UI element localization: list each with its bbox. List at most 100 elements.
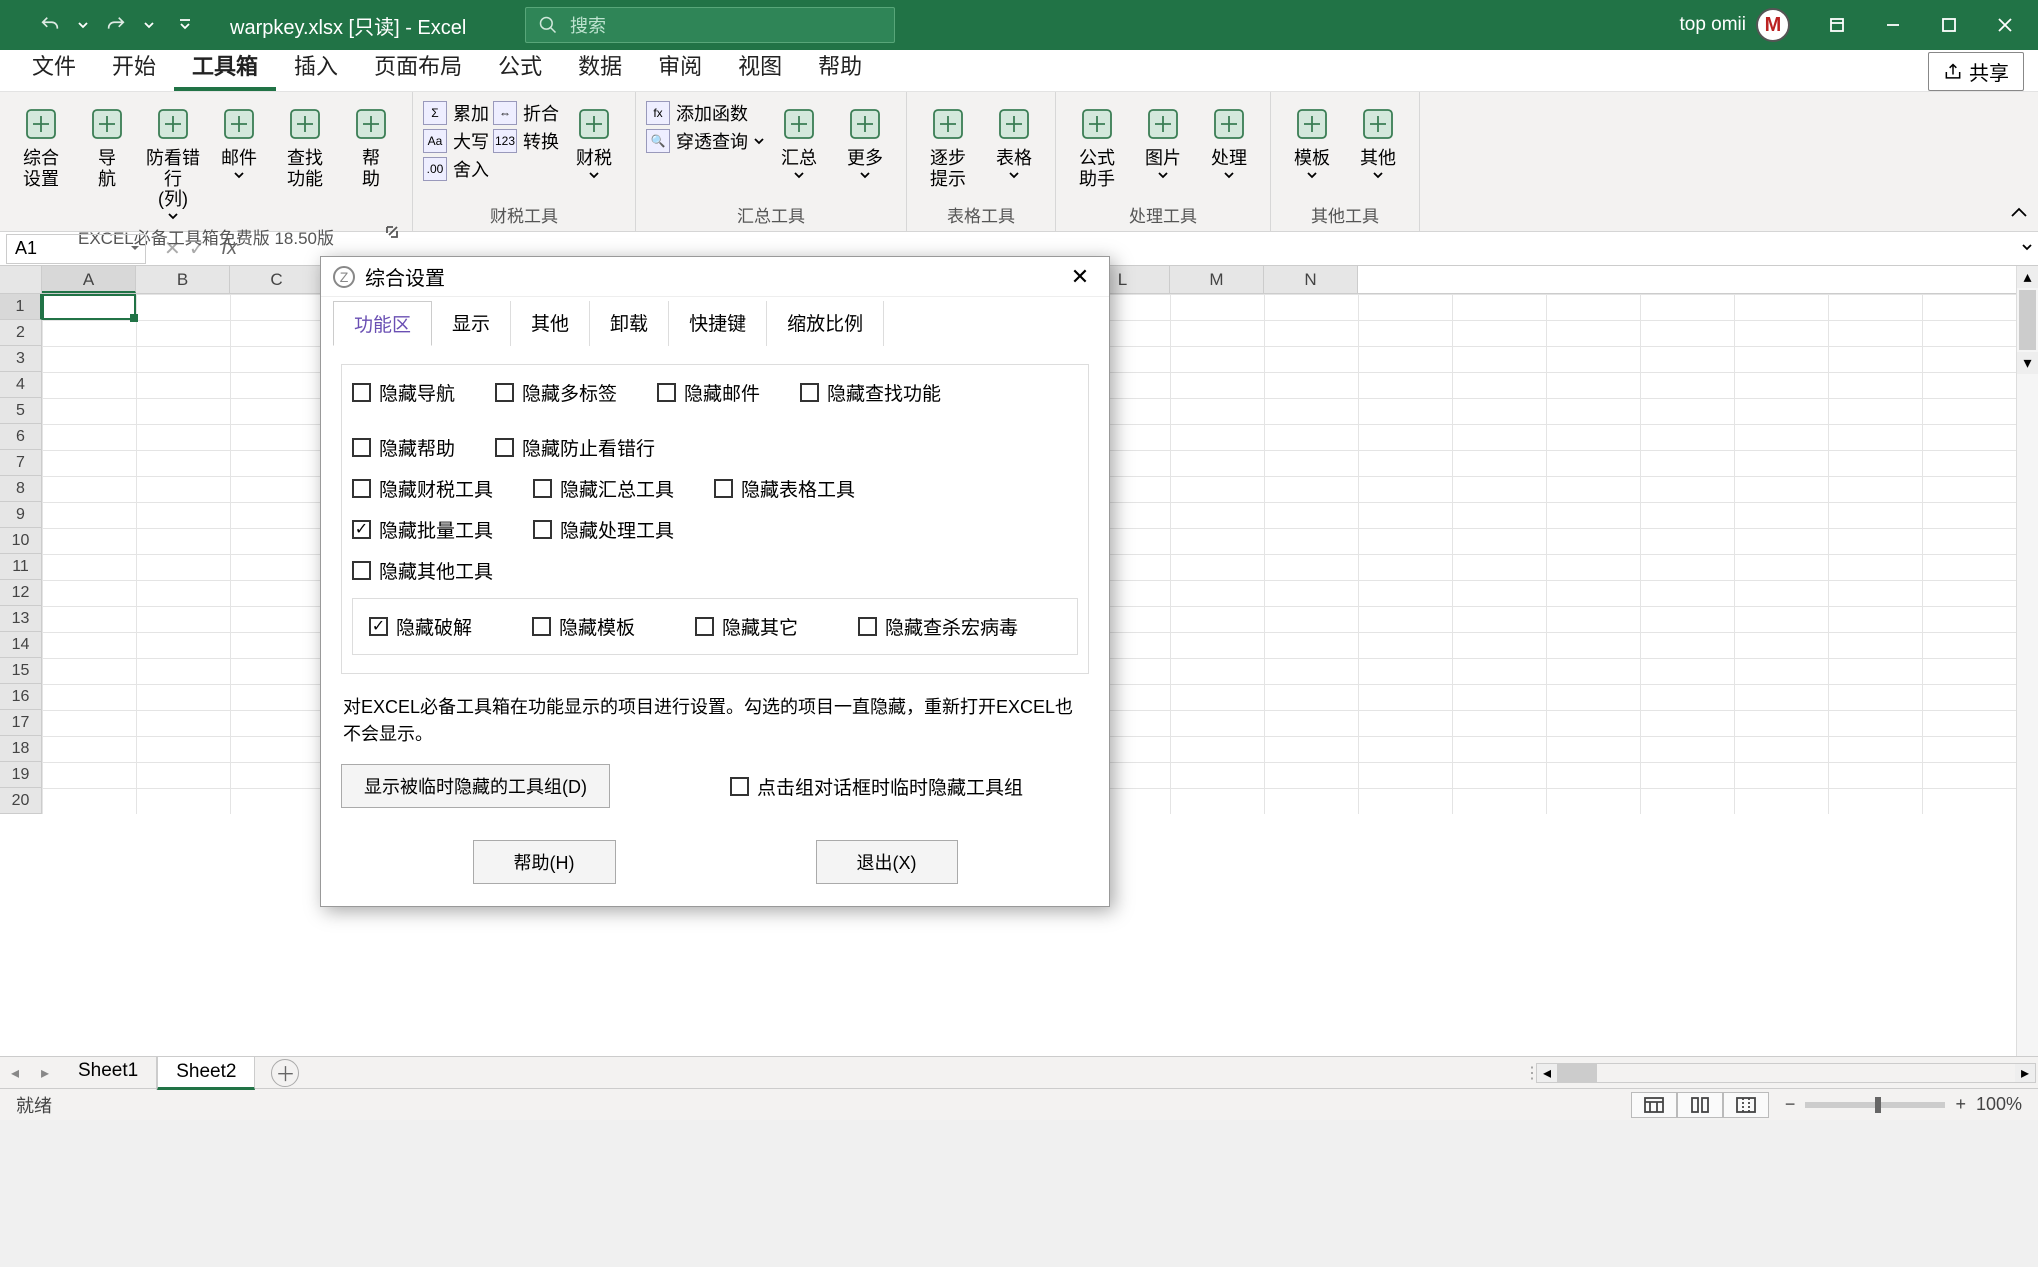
zoom-slider[interactable]	[1805, 1102, 1945, 1108]
dialog-tab-缩放比例[interactable]: 缩放比例	[767, 301, 884, 346]
ribbon-step[interactable]: 逐步提示	[917, 98, 979, 189]
tab-split-handle[interactable]: ⋮	[1524, 1063, 1534, 1083]
row-header-17[interactable]: 17	[0, 710, 42, 736]
dialog-exit-button[interactable]: 退出(X)	[816, 840, 958, 884]
undo-dropdown[interactable]	[74, 20, 92, 30]
sheet-nav-next[interactable]: ▸	[30, 1063, 60, 1083]
row-headers[interactable]: 1234567891011121314151617181920	[0, 294, 42, 814]
dialog-tab-显示[interactable]: 显示	[432, 301, 511, 346]
ribbon-small-大写[interactable]: Aa大写	[423, 128, 489, 154]
ribbon-table[interactable]: 表格	[983, 98, 1045, 181]
col-header-M[interactable]: M	[1170, 266, 1264, 293]
redo-button[interactable]	[96, 7, 136, 43]
checkbox-隐藏防止看错行[interactable]: 隐藏防止看错行	[495, 434, 655, 461]
dialog-tab-功能区[interactable]: 功能区	[333, 301, 432, 346]
ribbon-anti-error[interactable]: 防看错行(列)	[142, 98, 204, 222]
dialog-help-button[interactable]: 帮助(H)	[473, 840, 616, 884]
dialog-tab-快捷键[interactable]: 快捷键	[669, 301, 767, 346]
col-header-N[interactable]: N	[1264, 266, 1358, 293]
row-header-2[interactable]: 2	[0, 320, 42, 346]
expand-formula-bar[interactable]	[2016, 240, 2038, 258]
ribbon-help[interactable]: 帮助	[340, 98, 402, 189]
zoom-out-button[interactable]: −	[1785, 1094, 1796, 1115]
row-header-14[interactable]: 14	[0, 632, 42, 658]
dialog-tab-卸载[interactable]: 卸载	[590, 301, 669, 346]
ribbon-small-舍入[interactable]: .00舍入	[423, 156, 489, 182]
ribbon-process[interactable]: 处理	[1198, 98, 1260, 181]
add-sheet-button[interactable]: ＋	[271, 1059, 299, 1087]
share-button[interactable]: 共享	[1928, 52, 2024, 91]
avatar[interactable]: M	[1756, 8, 1790, 42]
checkbox-隐藏查找功能[interactable]: 隐藏查找功能	[800, 379, 941, 406]
view-pagelayout-button[interactable]	[1677, 1092, 1723, 1118]
qat-customize[interactable]	[176, 19, 194, 31]
row-header-7[interactable]: 7	[0, 450, 42, 476]
ribbon-small-转换[interactable]: 123转换	[493, 128, 559, 154]
row-header-16[interactable]: 16	[0, 684, 42, 710]
col-header-C[interactable]: C	[230, 266, 324, 293]
checkbox-隐藏其它[interactable]: 隐藏其它	[695, 613, 798, 640]
ribbon-find[interactable]: 查找功能	[274, 98, 336, 189]
sheet-tab-Sheet1[interactable]: Sheet1	[60, 1056, 157, 1090]
checkbox-隐藏其他工具[interactable]: 隐藏其他工具	[352, 557, 493, 584]
row-header-8[interactable]: 8	[0, 476, 42, 502]
show-hidden-groups-button[interactable]: 显示被临时隐藏的工具组(D)	[341, 764, 610, 808]
row-header-1[interactable]: 1	[0, 294, 42, 320]
ribbon-fx-helper[interactable]: 公式助手	[1066, 98, 1128, 189]
ribbon-zh-settings[interactable]: 综合设置	[10, 98, 72, 189]
row-header-12[interactable]: 12	[0, 580, 42, 606]
row-header-20[interactable]: 20	[0, 788, 42, 814]
redo-dropdown[interactable]	[140, 20, 158, 30]
dialog-tab-其他[interactable]: 其他	[511, 301, 590, 346]
view-pagebreak-button[interactable]	[1723, 1092, 1769, 1118]
temp-hide-checkbox[interactable]: 点击组对话框时临时隐藏工具组	[730, 773, 1023, 800]
checkbox-隐藏批量工具[interactable]: 隐藏批量工具	[352, 516, 493, 543]
ribbon-summary[interactable]: 汇总	[768, 98, 830, 181]
zoom-in-button[interactable]: +	[1955, 1094, 1966, 1115]
row-header-18[interactable]: 18	[0, 736, 42, 762]
row-header-4[interactable]: 4	[0, 372, 42, 398]
user-name[interactable]: top omii	[1679, 14, 1746, 36]
ribbon-display-options[interactable]	[1810, 0, 1864, 50]
ribbon-small-穿透查询[interactable]: 🔍穿透查询	[646, 128, 764, 154]
ribbon-small-累加[interactable]: Σ累加	[423, 100, 489, 126]
checkbox-隐藏邮件[interactable]: 隐藏邮件	[657, 379, 760, 406]
row-header-6[interactable]: 6	[0, 424, 42, 450]
dialog-launcher-icon[interactable]	[384, 224, 400, 240]
dialog-close-button[interactable]: ✕	[1063, 260, 1097, 294]
view-normal-button[interactable]	[1631, 1092, 1677, 1118]
ribbon-small-添加函数[interactable]: fx添加函数	[646, 100, 764, 126]
minimize-button[interactable]	[1866, 0, 1920, 50]
ribbon-template[interactable]: 模板	[1281, 98, 1343, 181]
scroll-thumb[interactable]	[1557, 1064, 1597, 1082]
row-header-19[interactable]: 19	[0, 762, 42, 788]
row-header-11[interactable]: 11	[0, 554, 42, 580]
fill-handle[interactable]	[130, 314, 138, 322]
ribbon-nav[interactable]: 导航	[76, 98, 138, 189]
zoom-level[interactable]: 100%	[1976, 1094, 2022, 1115]
ribbon-more[interactable]: 更多	[834, 98, 896, 181]
checkbox-隐藏财税工具[interactable]: 隐藏财税工具	[352, 475, 493, 502]
row-header-15[interactable]: 15	[0, 658, 42, 684]
name-box[interactable]: A1	[6, 234, 146, 264]
checkbox-隐藏模板[interactable]: 隐藏模板	[532, 613, 635, 640]
checkbox-隐藏帮助[interactable]: 隐藏帮助	[352, 434, 455, 461]
close-button[interactable]	[1978, 0, 2032, 50]
checkbox-隐藏处理工具[interactable]: 隐藏处理工具	[533, 516, 674, 543]
dialog-titlebar[interactable]: Z 综合设置 ✕	[321, 257, 1109, 297]
scroll-up-icon[interactable]: ▴	[2017, 266, 2038, 288]
row-header-3[interactable]: 3	[0, 346, 42, 372]
undo-button[interactable]	[30, 7, 70, 43]
ribbon-pic[interactable]: 图片	[1132, 98, 1194, 181]
row-header-9[interactable]: 9	[0, 502, 42, 528]
checkbox-隐藏汇总工具[interactable]: 隐藏汇总工具	[533, 475, 674, 502]
row-header-5[interactable]: 5	[0, 398, 42, 424]
select-all-corner[interactable]	[0, 266, 42, 293]
checkbox-隐藏查杀宏病毒[interactable]: 隐藏查杀宏病毒	[858, 613, 1018, 640]
scroll-right-icon[interactable]: ▸	[2015, 1064, 2035, 1082]
checkbox-隐藏导航[interactable]: 隐藏导航	[352, 379, 455, 406]
maximize-button[interactable]	[1922, 0, 1976, 50]
scroll-down-icon[interactable]: ▾	[2017, 352, 2038, 374]
sheet-tab-Sheet2[interactable]: Sheet2	[157, 1056, 255, 1090]
scroll-left-icon[interactable]: ◂	[1537, 1064, 1557, 1082]
